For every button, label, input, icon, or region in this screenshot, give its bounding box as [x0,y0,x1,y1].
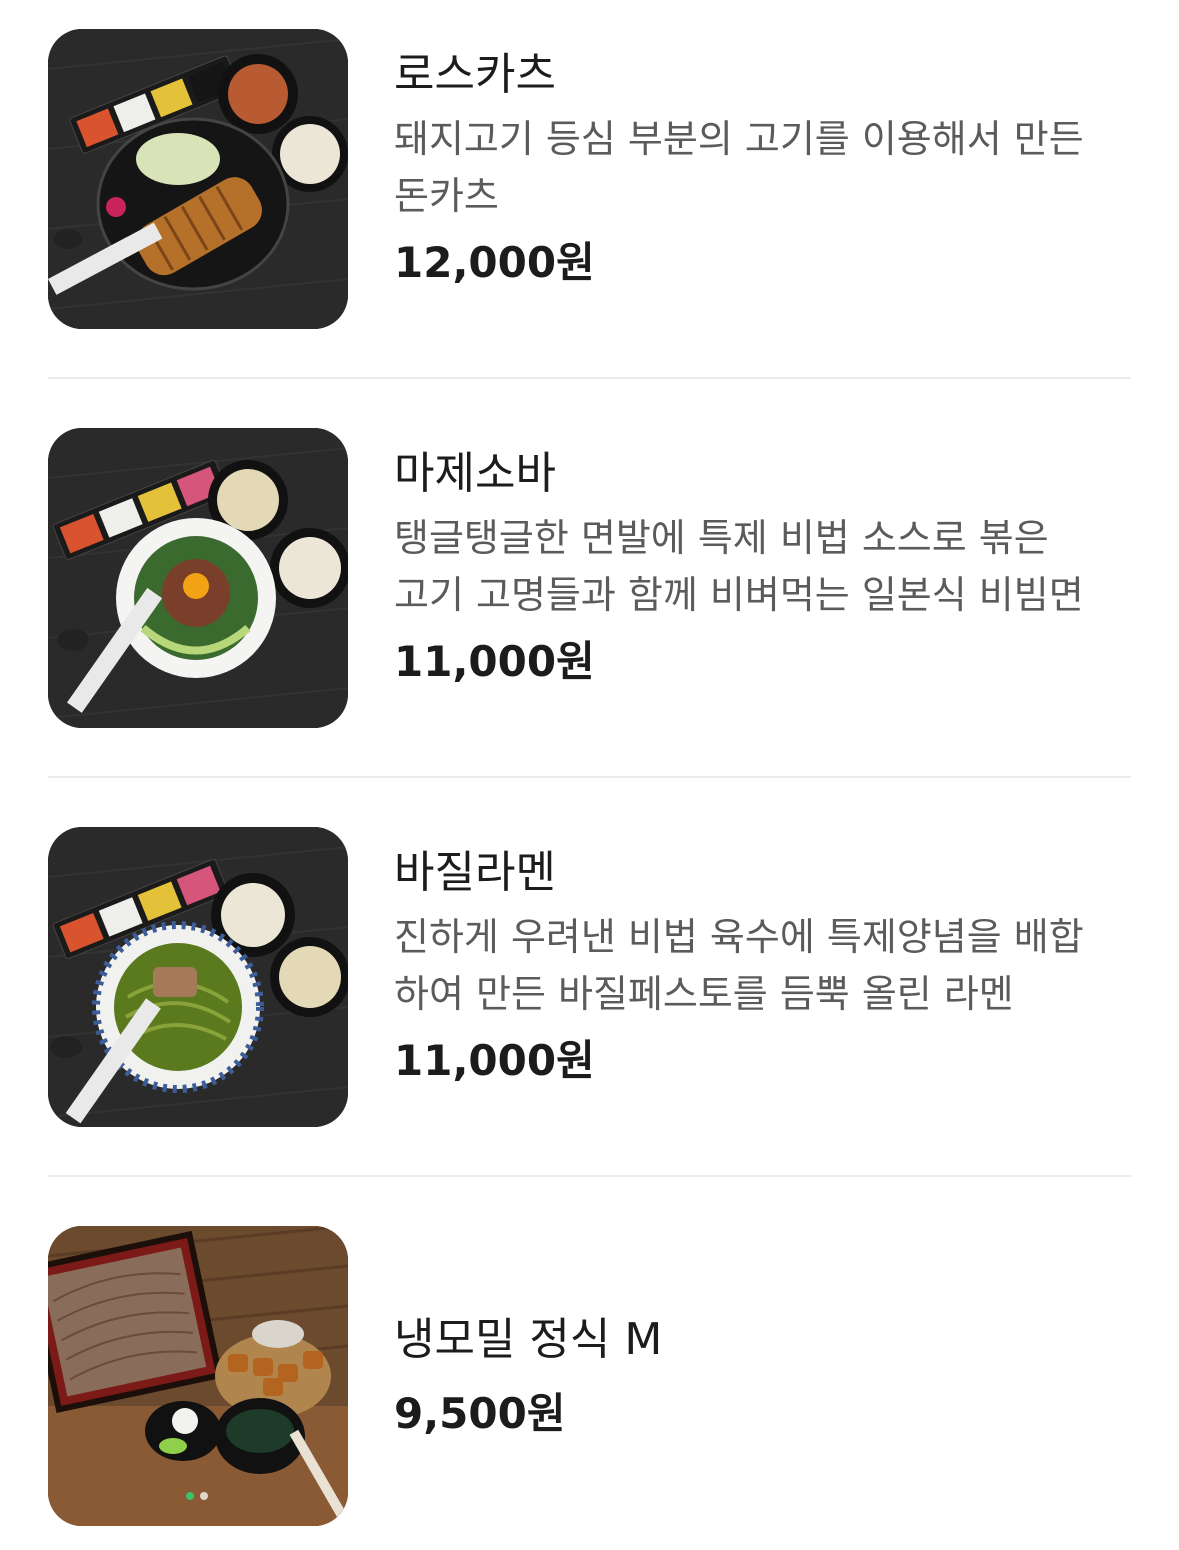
tonkatsu-photo [48,29,348,329]
menu-item-info: 로스카츠 돼지고기 등심 부분의 고기를 이용해서 만든 돈카츠 12,000원 [394,29,1134,293]
description-line: 하여 만든 바질페스토를 듬뿍 올린 라멘 [394,972,1014,1016]
menu-item-name: 바질라멘 [394,847,556,898]
mazesoba-set-illustration [48,428,348,728]
menu-item-info: 바질라멘 진하게 우려낸 비법 육수에 특제양념을 배합 하여 만든 바질페스토… [394,827,1134,1091]
description-line: 진하게 우려낸 비법 육수에 특제양념을 배합 [394,915,1084,959]
menu-item-description: 돼지고기 등심 부분의 고기를 이용해서 만든 돈카츠 [394,111,1134,225]
menu-item-price: 12,000원 [394,238,595,287]
menu-item-description: 진하게 우려낸 비법 육수에 특제양념을 배합 하여 만든 바질페스토를 듬뿍 … [394,909,1134,1023]
divider [48,377,1131,379]
menu-item-roskatsu[interactable]: 로스카츠 돼지고기 등심 부분의 고기를 이용해서 만든 돈카츠 12,000원 [48,29,1131,329]
cold-soba-set-illustration [48,1226,348,1526]
menu-item-price: 11,000원 [394,637,595,686]
menu-item-price: 9,500원 [394,1389,566,1438]
menu-item-description: 탱글탱글한 면발에 특제 비법 소스로 볶은 고기 고명들과 함께 비벼먹는 일… [394,510,1134,624]
carousel-dot [200,1492,208,1500]
carousel-indicator [186,1492,208,1500]
cold-soba-photo [48,1226,348,1526]
menu-item-basil-ramen[interactable]: 바질라멘 진하게 우려낸 비법 육수에 특제양념을 배합 하여 만든 바질페스토… [48,827,1131,1127]
menu-item-info: 냉모밀 정식 M 9,500원 [394,1226,1134,1444]
menu-item-info: 마제소바 탱글탱글한 면발에 특제 비법 소스로 볶은 고기 고명들과 함께 비… [394,428,1134,692]
basil-ramen-photo [48,827,348,1127]
mazesoba-photo [48,428,348,728]
menu-item-name: 로스카츠 [394,49,556,100]
description-line: 돈카츠 [394,174,499,218]
menu-item-name: 냉모밀 정식 M [394,1314,663,1365]
tonkatsu-set-illustration [48,29,348,329]
description-line: 탱글탱글한 면발에 특제 비법 소스로 볶은 [394,516,1049,560]
description-line: 고기 고명들과 함께 비벼먹는 일본식 비빔면 [394,573,1084,617]
carousel-dot-active [186,1492,194,1500]
menu-item-cold-soba-set[interactable]: 냉모밀 정식 M 9,500원 [48,1226,1131,1526]
divider [48,1175,1131,1177]
menu-item-price: 11,000원 [394,1036,595,1085]
description-line: 돼지고기 등심 부분의 고기를 이용해서 만든 [394,117,1084,161]
divider [48,776,1131,778]
menu-item-name: 마제소바 [394,448,556,499]
menu-list: 로스카츠 돼지고기 등심 부분의 고기를 이용해서 만든 돈카츠 12,000원 [0,0,1179,1550]
basil-ramen-set-illustration [48,827,348,1127]
menu-item-mazesoba[interactable]: 마제소바 탱글탱글한 면발에 특제 비법 소스로 볶은 고기 고명들과 함께 비… [48,428,1131,728]
